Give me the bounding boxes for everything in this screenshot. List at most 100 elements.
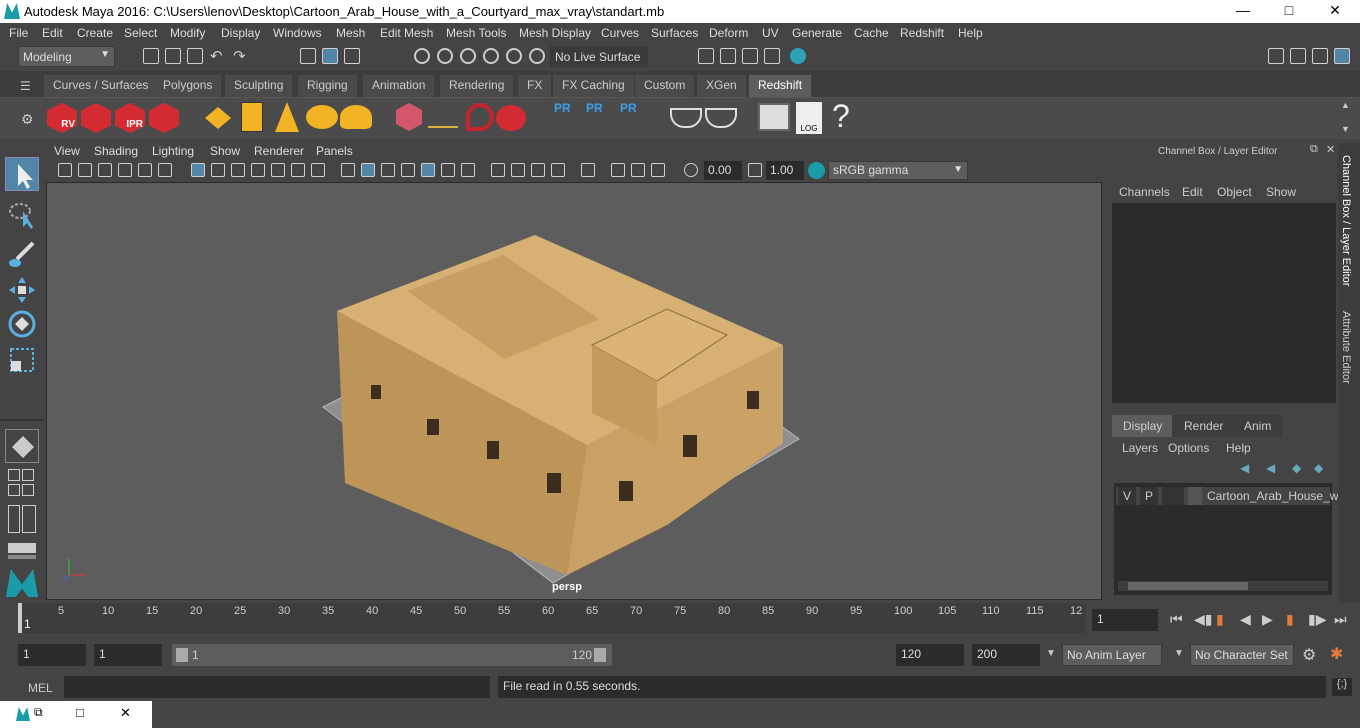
redo-icon[interactable]: ↷: [233, 47, 246, 65]
scale-tool-icon[interactable]: [5, 343, 39, 377]
close-taskbar-icon[interactable]: ✕: [120, 705, 131, 721]
ipr-render-icon[interactable]: [742, 48, 758, 64]
menu-generate[interactable]: Generate: [792, 26, 842, 40]
uv-layout-icon[interactable]: [8, 543, 36, 553]
close-panel-icon[interactable]: ✕: [1326, 143, 1335, 156]
cb-menu-channels[interactable]: Channels: [1119, 185, 1170, 199]
shelf-scroll-down-icon[interactable]: ▼: [1341, 124, 1350, 134]
current-time-indicator[interactable]: [18, 603, 22, 633]
menu-surfaces[interactable]: Surfaces: [651, 26, 698, 40]
select-component-icon[interactable]: [344, 48, 360, 64]
redshift-proxy-icon[interactable]: [396, 103, 422, 131]
mode-dropdown[interactable]: Modeling ▼: [18, 46, 115, 67]
redshift-area-light-icon[interactable]: [241, 102, 263, 132]
tab-rendering[interactable]: Rendering: [440, 75, 515, 97]
tab-curves-surfaces[interactable]: Curves / Surfaces: [44, 75, 159, 97]
maya-taskbar-icon[interactable]: [16, 707, 30, 721]
redshift-settings-icon[interactable]: [149, 103, 179, 133]
redshift-pr-export-icon[interactable]: PR: [586, 101, 612, 135]
select-tool-icon[interactable]: [5, 157, 39, 191]
redshift-log-icon[interactable]: LOG: [796, 102, 822, 134]
range-start-handle[interactable]: [176, 648, 188, 662]
menu-uv[interactable]: UV: [762, 26, 779, 40]
cb-menu-object[interactable]: Object: [1217, 185, 1252, 199]
new-layer-icon[interactable]: ◆: [1292, 461, 1301, 475]
current-frame-field[interactable]: 1: [1092, 609, 1158, 631]
isolate-select-icon[interactable]: [581, 163, 595, 177]
four-view-layout-icon[interactable]: [8, 469, 20, 481]
range-end-handle[interactable]: [594, 648, 606, 662]
play-forward-icon[interactable]: ▶: [1262, 611, 1273, 628]
vp-menu-view[interactable]: View: [54, 144, 80, 158]
play-backward-icon[interactable]: ◀: [1240, 611, 1251, 628]
time-ruler[interactable]: 1 5 10 15 20 25 30 35 40 45 50 55 60 65 …: [18, 603, 1086, 633]
menu-mesh-tools[interactable]: Mesh Tools: [446, 26, 506, 40]
menu-redshift[interactable]: Redshift: [900, 26, 944, 40]
layer-display-type[interactable]: [1162, 487, 1184, 505]
le-menu-layers[interactable]: Layers: [1122, 441, 1158, 455]
redshift-dome-light-icon[interactable]: [306, 105, 338, 129]
menu-select[interactable]: Select: [124, 26, 157, 40]
depth-of-field-icon[interactable]: [551, 163, 565, 177]
next-key-icon[interactable]: ▮: [1286, 611, 1294, 628]
snap-curve-icon[interactable]: [437, 48, 453, 64]
safe-title-icon[interactable]: [311, 163, 325, 177]
redshift-pr-convert-icon[interactable]: PR: [620, 101, 646, 135]
menu-deform[interactable]: Deform: [709, 26, 748, 40]
maximize-taskbar-icon[interactable]: □: [76, 705, 84, 720]
redshift-hair-icon[interactable]: [428, 110, 458, 128]
render-frame-icon[interactable]: [720, 48, 736, 64]
layer-row[interactable]: V P Cartoon_Arab_House_wi: [1116, 487, 1341, 505]
redshift-ipr-icon[interactable]: IPR: [115, 103, 145, 133]
motion-blur-icon[interactable]: [511, 163, 525, 177]
character-set-chevron-icon[interactable]: ▼: [1174, 648, 1184, 659]
redshift-rv-icon[interactable]: RV: [47, 103, 77, 133]
single-perspective-layout-icon[interactable]: [5, 429, 39, 463]
viewport-3d[interactable]: persp: [46, 182, 1102, 600]
anti-aliasing-icon[interactable]: [531, 163, 545, 177]
tab-anim[interactable]: Anim: [1232, 415, 1282, 437]
animation-start-field[interactable]: 1: [18, 644, 86, 666]
restore-icon[interactable]: ⧉: [34, 705, 43, 720]
redshift-script-icon[interactable]: [758, 103, 790, 131]
layer-scrollbar[interactable]: [1118, 581, 1328, 591]
grid-icon[interactable]: [191, 163, 205, 177]
tab-redshift[interactable]: Redshift: [749, 75, 813, 97]
snap-surface-icon[interactable]: [506, 48, 522, 64]
close-icon[interactable]: ✕: [1320, 2, 1350, 19]
menu-edit-mesh[interactable]: Edit Mesh: [380, 26, 433, 40]
default-material-icon[interactable]: [401, 163, 415, 177]
channel-box-toggle-icon[interactable]: [1334, 48, 1350, 64]
animation-preferences-icon[interactable]: ✱: [1330, 644, 1343, 664]
menu-file[interactable]: File: [9, 26, 28, 40]
exposure-field[interactable]: 0.00: [704, 161, 742, 180]
scrollbar-thumb[interactable]: [1128, 582, 1248, 590]
float-panel-icon[interactable]: ⧉: [1310, 143, 1318, 156]
wireframe-on-shaded-icon[interactable]: [381, 163, 395, 177]
grease-pencil-icon[interactable]: [158, 163, 172, 177]
field-chart-icon[interactable]: [271, 163, 285, 177]
tab-fx-caching[interactable]: FX Caching: [553, 75, 635, 97]
menu-curves[interactable]: Curves: [601, 26, 639, 40]
character-set-dropdown[interactable]: No Character Set: [1190, 644, 1294, 666]
shelf-menu-icon[interactable]: ☰: [20, 79, 31, 93]
colorspace-dropdown[interactable]: sRGB gamma ▼: [828, 161, 968, 180]
undo-icon[interactable]: ↶: [210, 47, 223, 65]
layer-name[interactable]: Cartoon_Arab_House_wi: [1207, 489, 1341, 503]
cb-menu-show[interactable]: Show: [1266, 185, 1296, 199]
smooth-shade-icon[interactable]: [361, 163, 375, 177]
menu-modify[interactable]: Modify: [170, 26, 205, 40]
tab-animation[interactable]: Animation: [363, 75, 436, 97]
playback-start-field[interactable]: 1: [94, 644, 162, 666]
modeling-toolkit-icon[interactable]: [1268, 48, 1284, 64]
maximize-icon[interactable]: □: [1274, 2, 1304, 18]
vp-menu-shading[interactable]: Shading: [94, 144, 138, 158]
new-scene-icon[interactable]: [143, 48, 159, 64]
xray-components-icon[interactable]: [651, 163, 665, 177]
tab-fx[interactable]: FX: [518, 75, 553, 97]
redshift-material-icon[interactable]: [496, 105, 526, 131]
menu-mesh-display[interactable]: Mesh Display: [519, 26, 591, 40]
camera-attributes-icon[interactable]: [78, 163, 92, 177]
redshift-spot-light-icon[interactable]: [275, 102, 299, 132]
gamma-field[interactable]: 1.00: [766, 161, 804, 180]
